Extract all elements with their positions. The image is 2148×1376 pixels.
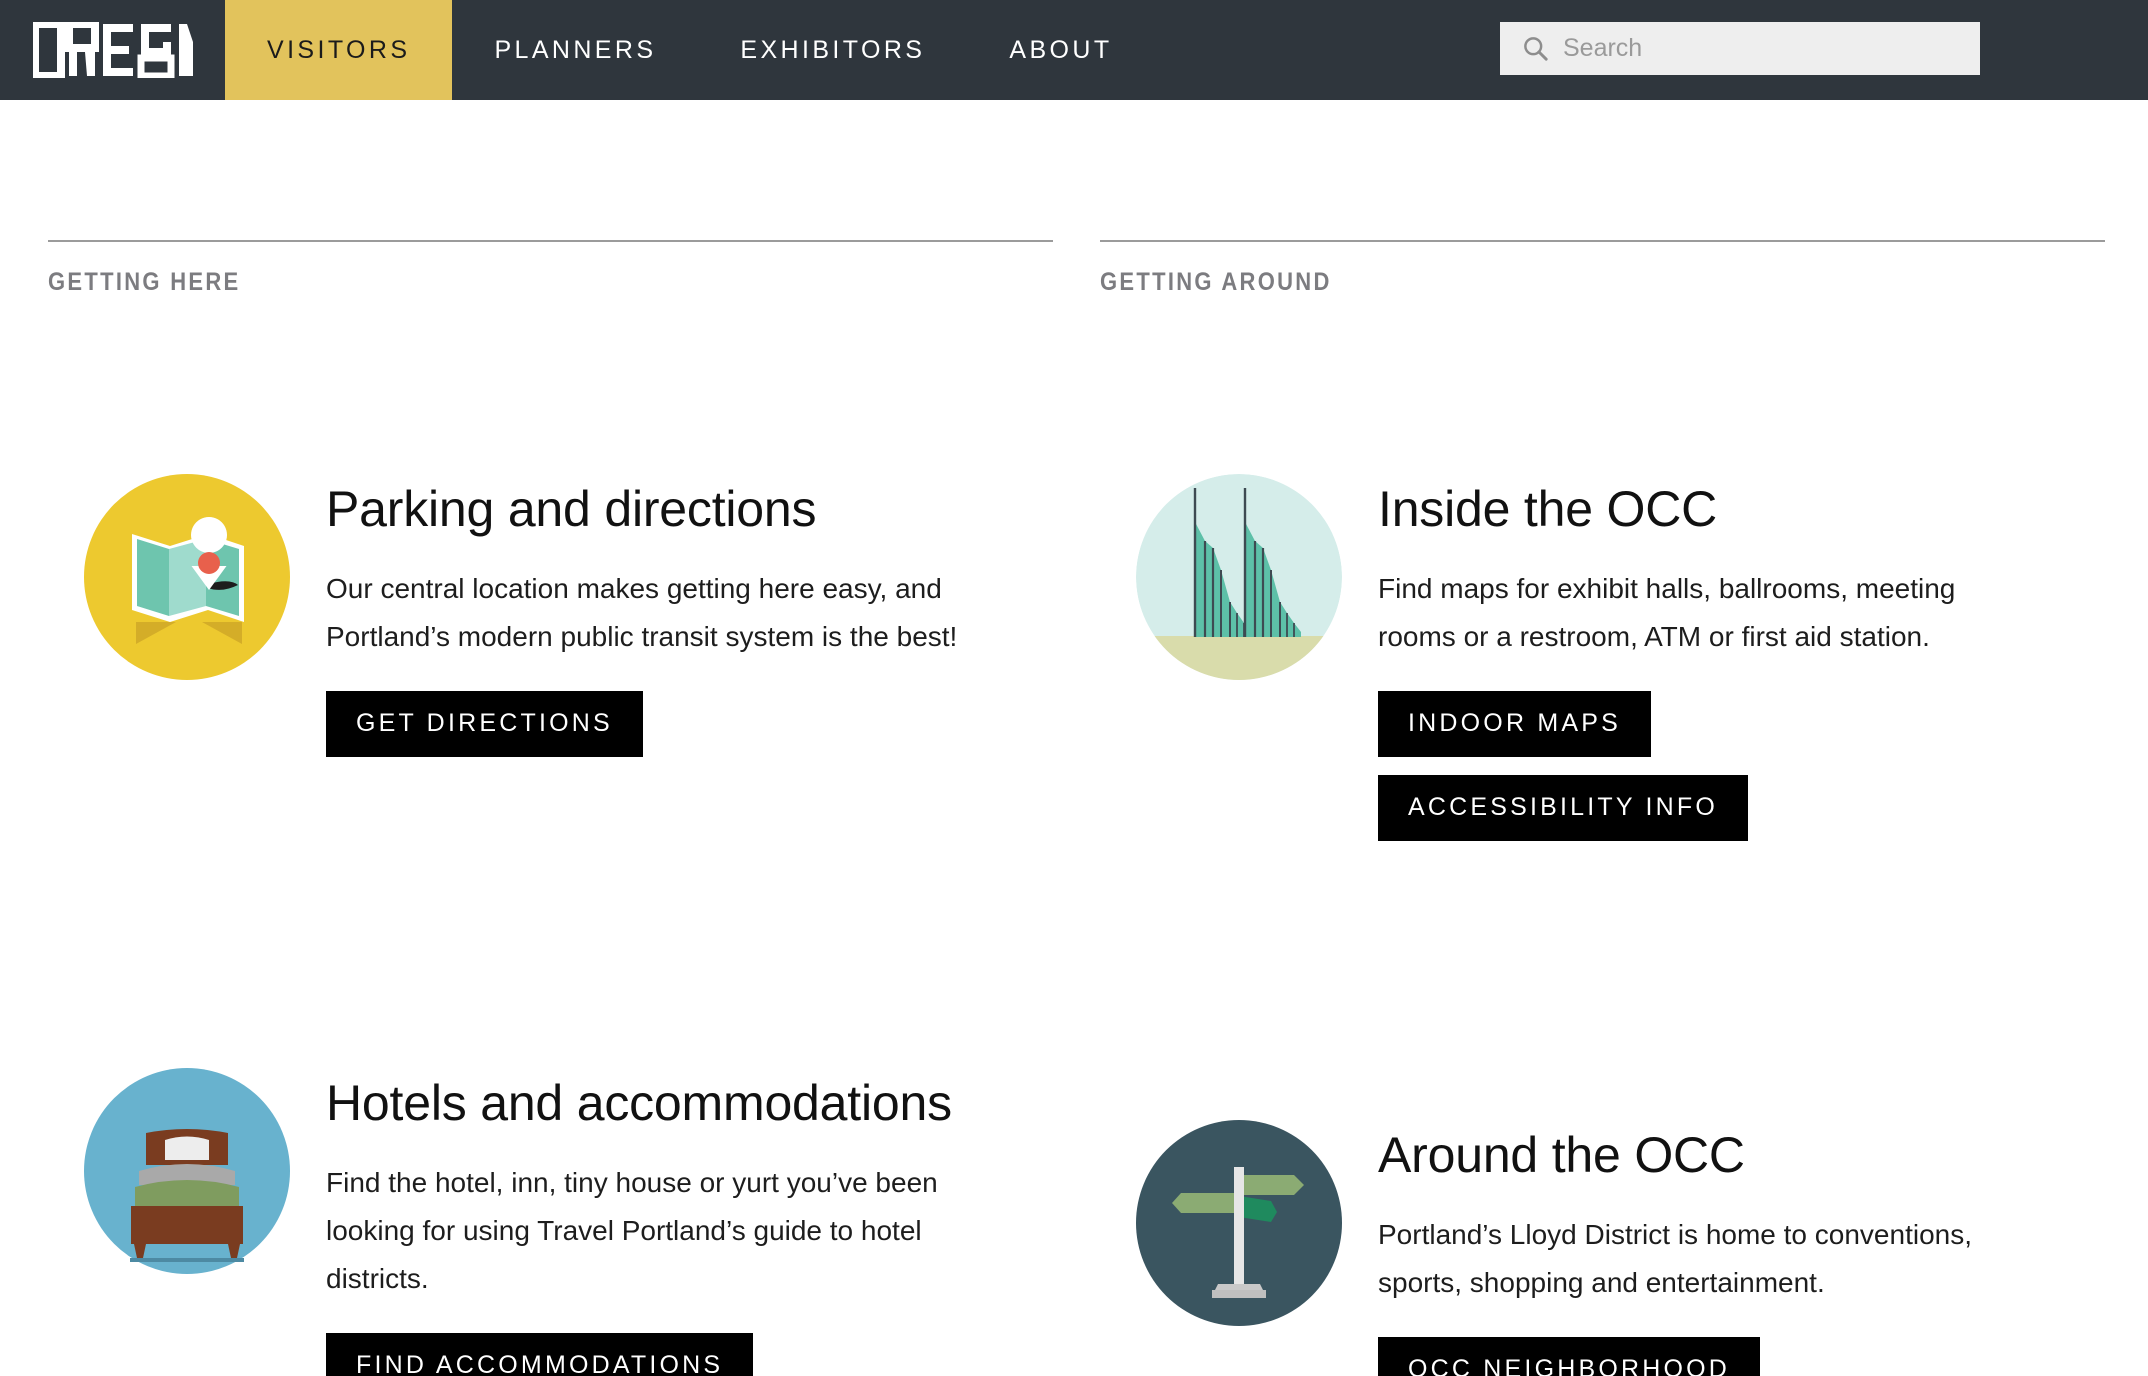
card-title: Inside the OCC <box>1378 481 1718 537</box>
search-input[interactable] <box>1563 28 1963 69</box>
card-media <box>48 1068 326 1274</box>
nav-item-about[interactable]: ABOUT <box>967 0 1154 100</box>
card-title: Hotels and accommodations <box>326 1075 952 1131</box>
site-logo[interactable] <box>0 0 225 100</box>
accessibility-info-button[interactable]: ACCESSIBILITY INFO <box>1378 775 1748 842</box>
column-getting-around: GETTING AROUND Inside the OCC Find maps … <box>1100 240 2105 1376</box>
nav-item-exhibitors[interactable]: EXHIBITORS <box>698 0 967 100</box>
oregon-logo-icon <box>32 22 193 78</box>
card-description: Our central location makes getting here … <box>326 573 958 653</box>
card-hotels-and-accommodations: Hotels and accommodations Find the hotel… <box>48 1068 1053 1376</box>
occ-neighborhood-button[interactable]: OCC NEIGHBORHOOD <box>1378 1337 1761 1376</box>
card-actions: OCC NEIGHBORHOOD <box>1378 1307 2105 1376</box>
column-getting-here: GETTING HERE Parking and directions Our … <box>48 240 1053 1376</box>
card-body: Hotels and accommodations Find the hotel… <box>326 1068 1053 1376</box>
card-title: Parking and directions <box>326 481 817 537</box>
card-around-the-occ: Around the OCC Portland’s Lloyd District… <box>1100 1120 2105 1376</box>
search-box[interactable] <box>1500 22 1980 75</box>
find-accommodations-button[interactable]: FIND ACCOMMODATIONS <box>326 1333 754 1376</box>
card-title: Around the OCC <box>1378 1127 1745 1183</box>
card-actions: FIND ACCOMMODATIONS <box>326 1303 1053 1376</box>
card-media <box>1100 1120 1378 1326</box>
primary-nav: VISITORS PLANNERS EXHIBITORS ABOUT <box>225 0 1155 100</box>
card-actions: GET DIRECTIONS <box>326 661 1053 758</box>
card-actions: INDOOR MAPS ACCESSIBILITY INFO <box>1378 661 2105 842</box>
folded-map-icon <box>84 474 290 680</box>
section-divider-left <box>48 240 1053 242</box>
nav-item-visitors[interactable]: VISITORS <box>225 0 453 100</box>
occ-towers-icon <box>1136 474 1342 680</box>
card-inside-the-occ: Inside the OCC Find maps for exhibit hal… <box>1100 474 2105 842</box>
section-divider-right <box>1100 240 2105 242</box>
search-icon <box>1524 37 1548 61</box>
get-directions-button[interactable]: GET DIRECTIONS <box>326 691 643 758</box>
card-description: Find maps for exhibit halls, ballrooms, … <box>1378 573 1956 653</box>
card-body: Parking and directions Our central locat… <box>326 474 1053 758</box>
card-description: Portland’s Lloyd District is home to con… <box>1378 1219 1972 1299</box>
card-parking-and-directions: Parking and directions Our central locat… <box>48 474 1053 758</box>
top-navigation-bar: VISITORS PLANNERS EXHIBITORS ABOUT <box>0 0 2148 100</box>
section-label-getting-around: GETTING AROUND <box>1100 268 1332 296</box>
signpost-icon <box>1136 1120 1342 1326</box>
card-body: Inside the OCC Find maps for exhibit hal… <box>1378 474 2105 842</box>
card-body: Around the OCC Portland’s Lloyd District… <box>1378 1120 2105 1376</box>
nav-item-planners[interactable]: PLANNERS <box>452 0 698 100</box>
card-media <box>1100 474 1378 680</box>
indoor-maps-button[interactable]: INDOOR MAPS <box>1378 691 1651 758</box>
section-label-getting-here: GETTING HERE <box>48 268 241 296</box>
card-description: Find the hotel, inn, tiny house or yurt … <box>326 1167 938 1295</box>
bed-icon <box>84 1068 290 1274</box>
card-media <box>48 474 326 680</box>
